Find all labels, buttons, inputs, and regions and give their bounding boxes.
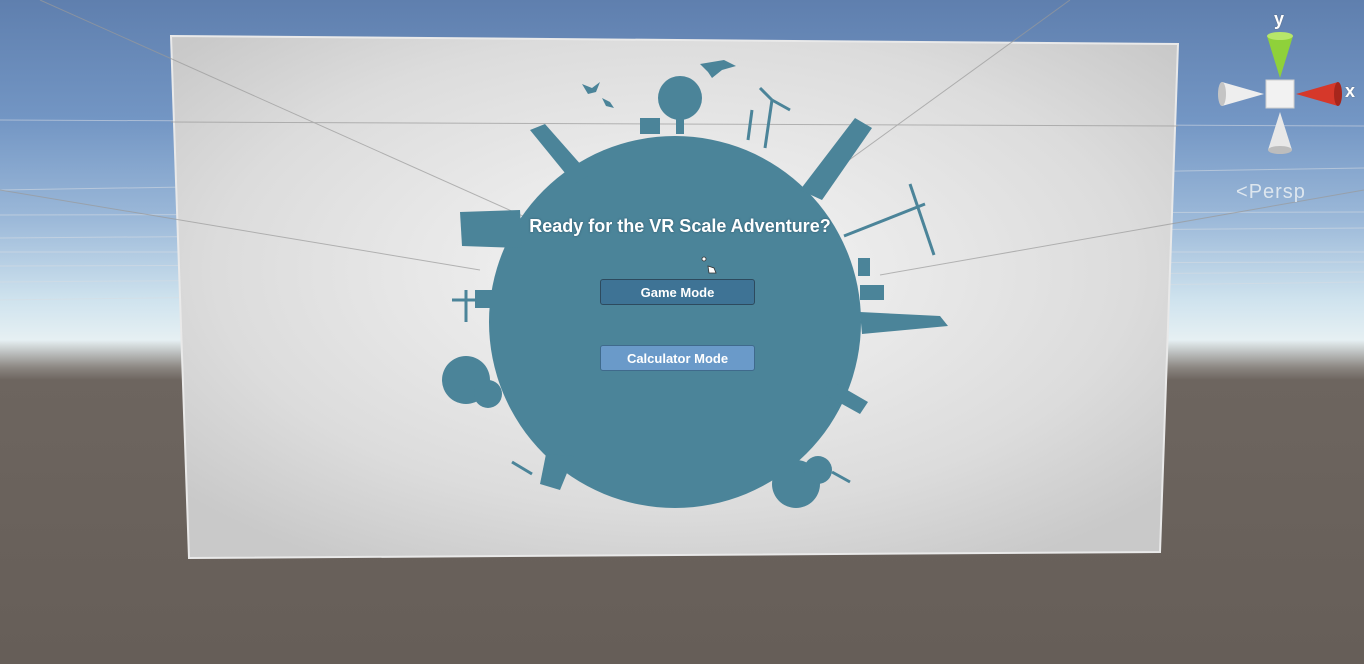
menu-canvas-panel [0, 0, 1364, 560]
gizmo-y-label: y [1274, 9, 1285, 29]
game-mode-button[interactable]: Game Mode [600, 279, 755, 305]
projection-label: Persp [1248, 181, 1306, 203]
menu-title: Ready for the VR Scale Adventure? [529, 216, 831, 236]
scene-view[interactable]: Ready for the VR Scale Adventure? Game M… [0, 0, 1364, 664]
calculator-mode-button[interactable]: Calculator Mode [600, 345, 755, 371]
gizmo-x-label: x [1345, 81, 1356, 101]
chevron-left-icon: < [1236, 181, 1249, 203]
cursor-icon [701, 256, 717, 274]
projection-toggle[interactable]: <Persp [1236, 181, 1306, 204]
